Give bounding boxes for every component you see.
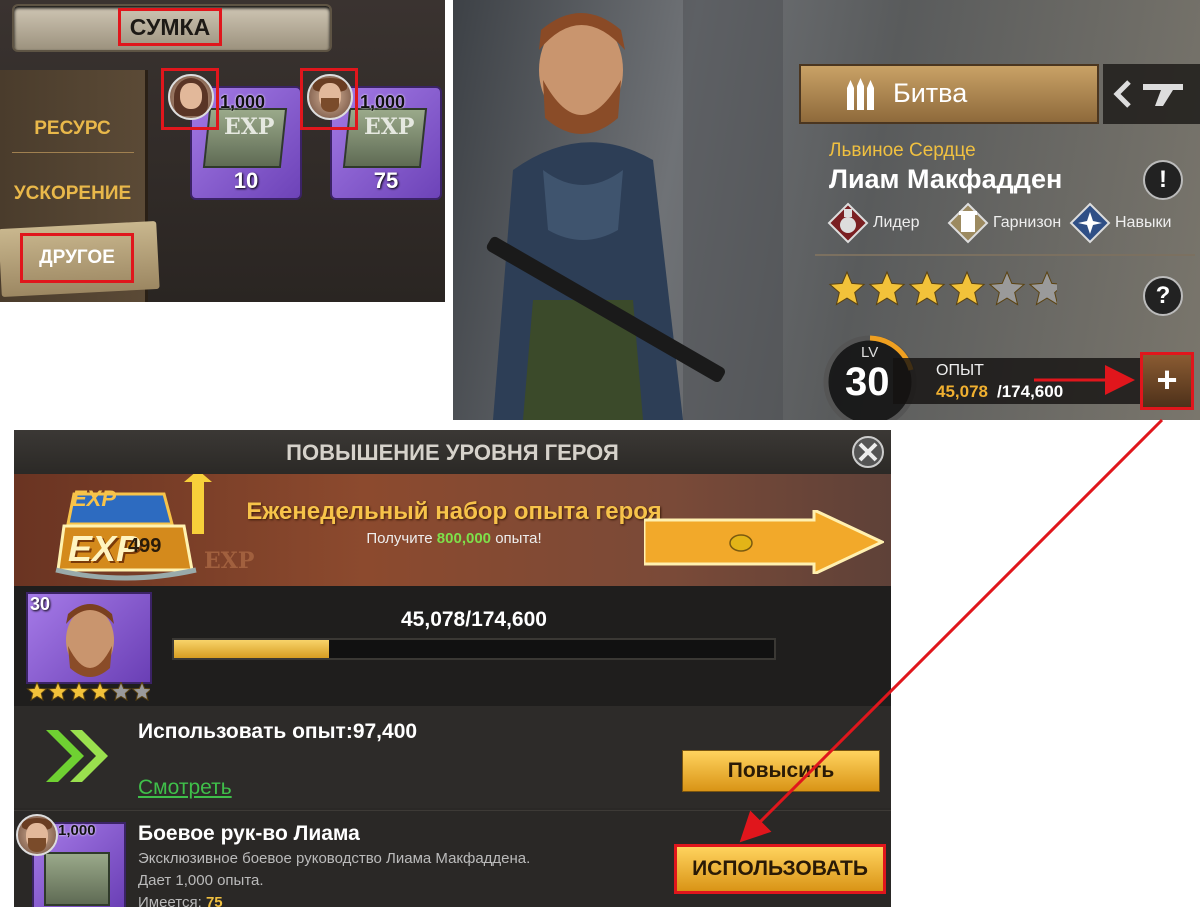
- exp-amount: 1,000: [360, 92, 406, 112]
- tab-resource[interactable]: РЕСУРС: [0, 118, 145, 140]
- star-filled-icon: [828, 270, 866, 306]
- close-icon[interactable]: [850, 434, 886, 470]
- highlight-box-tab-other: [20, 233, 134, 283]
- hero-name: Лиам Макфадден: [829, 164, 1063, 194]
- level-label: LV: [861, 344, 879, 361]
- hero-card-level: 30: [30, 594, 51, 614]
- hero-star-rating: [828, 270, 1057, 306]
- star-filled-icon: [908, 270, 946, 306]
- chevron-left-weapon-icon: [1113, 80, 1183, 108]
- banner-subtitle: Получите 800,000 опыта!: [366, 530, 542, 547]
- star-empty-icon: [131, 682, 150, 702]
- highlight-box-avatar-1: [161, 68, 219, 130]
- item-name: Боевое рук-во Лиама: [138, 822, 360, 845]
- tab-speedup[interactable]: УСКОРЕНИЕ: [0, 183, 145, 205]
- exp-max: /174,600: [997, 382, 1064, 401]
- battle-tab-label: Битва: [893, 78, 968, 108]
- star-filled-icon: [68, 682, 90, 702]
- exp-progress-bar: [172, 638, 776, 660]
- view-link[interactable]: Смотреть: [138, 776, 232, 800]
- help-button[interactable]: ?: [1143, 276, 1183, 316]
- level-number: 30: [845, 360, 890, 404]
- exp-progress-text: 45,078/174,600: [401, 608, 547, 631]
- leader-medal-icon: [827, 202, 869, 244]
- trait-leader: Лидер: [827, 202, 920, 244]
- star-filled-icon: [948, 270, 986, 306]
- liam-avatar-icon: [16, 814, 58, 856]
- skills-star-icon: [1069, 202, 1111, 244]
- swap-tab-button[interactable]: [1103, 64, 1200, 124]
- exp-current: 45,078: [936, 382, 988, 401]
- double-chevron-icon: [46, 730, 108, 782]
- exp-amount: 1,000: [220, 92, 266, 112]
- trait-skills: Навыки: [1069, 202, 1171, 244]
- item-description-line2: Дает 1,000 опыта.: [138, 872, 264, 889]
- exp-banner-bg-text: EXP: [204, 548, 255, 574]
- trait-garrison-label: Гарнизон: [993, 214, 1062, 231]
- level-up-button[interactable]: Повысить: [682, 750, 880, 792]
- star-empty-icon: [110, 682, 132, 702]
- exp-logo-top-text: EXP: [72, 486, 117, 511]
- garrison-tower-icon: [947, 202, 989, 244]
- exp-book-label: EXP: [364, 114, 415, 140]
- hero-title: Львиное Сердце: [829, 140, 976, 161]
- info-button[interactable]: !: [1143, 160, 1183, 200]
- highlight-box-bag-title: [118, 8, 222, 46]
- star-empty-icon: [988, 270, 1026, 306]
- hero-portrait-image: [486, 0, 783, 420]
- dialog-title: ПОВЫШЕНИЕ УРОВНЯ ГЕРОЯ: [286, 440, 619, 465]
- star-filled-icon: [47, 682, 69, 702]
- star-filled-icon: [26, 682, 48, 702]
- exp-progress-fill: [174, 640, 329, 658]
- star-filled-icon: [89, 682, 111, 702]
- star-filled-icon: [868, 270, 906, 306]
- trait-garrison: Гарнизон: [947, 202, 1061, 244]
- use-exp-label: Использовать опыт:97,400: [138, 720, 418, 743]
- item-count: 10: [233, 168, 259, 193]
- bullets-icon: [847, 78, 874, 110]
- highlight-box-avatar-2: [300, 68, 358, 130]
- trait-skills-label: Навыки: [1115, 214, 1172, 231]
- banner-headline: Еженедельный набор опыта героя: [246, 498, 662, 525]
- item-description-line1: Эксклюзивное боевое руководство Лиама Ма…: [138, 850, 531, 867]
- item-exp-amount: 1,000: [58, 822, 96, 839]
- hero-card-star-rating: [26, 682, 150, 702]
- divider: [815, 254, 1195, 256]
- price-arrow-button[interactable]: [644, 510, 884, 574]
- star-empty-icon: [1028, 270, 1057, 306]
- item-count: 75: [373, 168, 399, 193]
- battle-tab-button[interactable]: Битва: [799, 64, 1099, 124]
- exp-book-icon: [44, 852, 110, 906]
- trait-leader-label: Лидер: [873, 214, 920, 231]
- exp-label: ОПЫТ: [936, 362, 984, 379]
- hero-panel: Битва Львиное Сердце Лиам Макфадден ! Ли…: [453, 0, 1200, 420]
- exp-book-label: EXP: [224, 114, 275, 140]
- bag-panel: СУМКА РЕСУРС УСКОРЕНИЕ ДРУГОЕ EXP 1,000 …: [0, 0, 445, 302]
- item-owned: Имеется: 75: [138, 894, 223, 907]
- add-exp-button[interactable]: +: [1140, 352, 1194, 410]
- tab-divider: [12, 152, 134, 153]
- hero-level-up-dialog: ПОВЫШЕНИЕ УРОВНЯ ГЕРОЯ EXP EXP EXP Ежене…: [14, 430, 891, 907]
- price-value: 499: [128, 535, 162, 557]
- use-item-button[interactable]: ИСПОЛЬЗОВАТЬ: [674, 844, 886, 894]
